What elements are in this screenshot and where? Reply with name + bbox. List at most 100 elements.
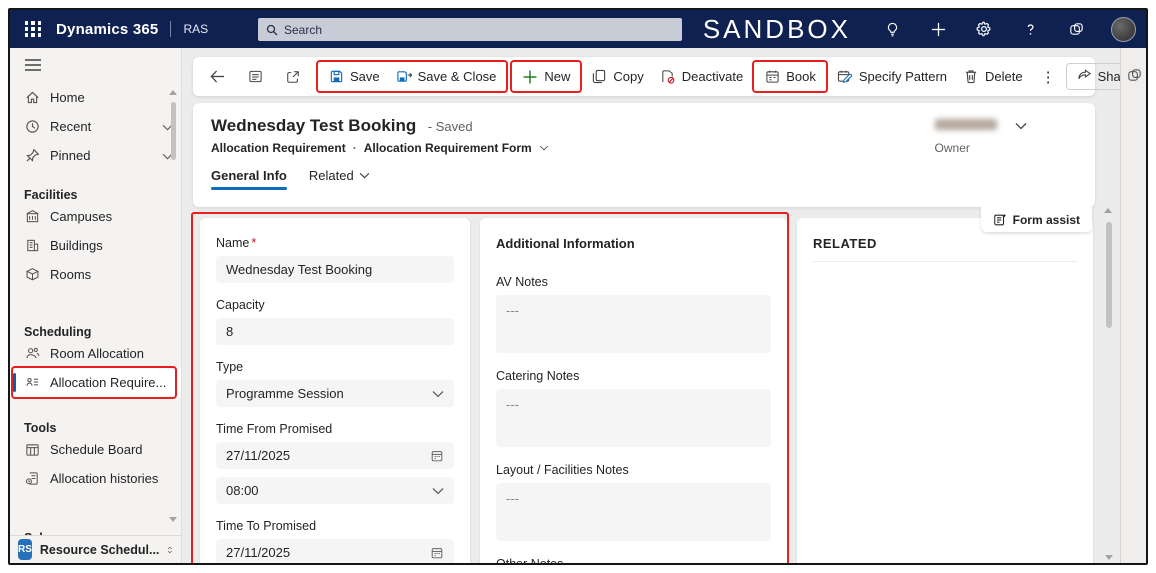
- save-button[interactable]: Save: [320, 63, 388, 91]
- hamburger-icon: [24, 58, 42, 72]
- calendar-icon[interactable]: [430, 546, 444, 560]
- form-assist-button[interactable]: Form assist: [981, 207, 1092, 232]
- help-button[interactable]: [1019, 18, 1041, 40]
- people-icon: [24, 346, 40, 362]
- clock-icon: [24, 119, 40, 135]
- search-input[interactable]: [284, 23, 674, 37]
- brand-title[interactable]: Dynamics 365: [56, 21, 158, 38]
- av-notes-textarea[interactable]: ---: [496, 295, 771, 353]
- field-label: Other Notes: [496, 557, 771, 565]
- expand-collapse-icon: [167, 543, 173, 557]
- save-and-close-button[interactable]: Save & Close: [388, 63, 505, 91]
- field-label: Type: [216, 360, 454, 374]
- time-to-date-input[interactable]: 27/11/2025: [216, 539, 454, 565]
- record-header-card: Wednesday Test Booking - Saved Allocatio…: [193, 103, 1095, 207]
- copy-button[interactable]: Copy: [583, 63, 651, 91]
- sitemap-collapse-button[interactable]: [24, 58, 44, 74]
- sidebar-item-rooms[interactable]: Rooms: [10, 260, 181, 289]
- form-selector[interactable]: Allocation Requirement Form: [364, 141, 532, 155]
- field-label: Name*: [216, 236, 454, 250]
- name-field: Name* Wednesday Test Booking: [216, 236, 454, 283]
- specify-pattern-button[interactable]: Specify Pattern: [829, 63, 955, 91]
- waffle-icon: [25, 21, 42, 37]
- content-scrollbar[interactable]: [1104, 208, 1114, 560]
- copilot-icon: [1068, 21, 1085, 38]
- pattern-calendar-icon: [837, 69, 853, 85]
- book-button[interactable]: Book: [756, 63, 824, 91]
- new-label: New: [544, 69, 570, 84]
- current-app-name[interactable]: RAS: [183, 22, 208, 36]
- required-marker: *: [251, 236, 256, 250]
- topbar-right-controls: SANDBOX: [703, 10, 1136, 48]
- lightbulb-button[interactable]: [881, 18, 903, 40]
- owner-field[interactable]: Owner: [935, 117, 1027, 155]
- scroll-up-icon: [1104, 208, 1112, 213]
- chevron-down-icon: [359, 172, 370, 179]
- delete-button[interactable]: Delete: [955, 63, 1031, 91]
- calendar-icon[interactable]: [430, 449, 444, 463]
- deactivate-button[interactable]: Deactivate: [652, 63, 751, 91]
- app-switcher-footer[interactable]: RS Resource Schedul...: [10, 535, 181, 563]
- main-content-area: Save Save & Close New Copy Deactiva: [182, 48, 1120, 563]
- sidebar-item-label: Allocation Require...: [50, 375, 173, 390]
- sidebar-item-label: Room Allocation: [50, 346, 173, 361]
- chevron-down-icon: [432, 487, 444, 495]
- sidebar-scrollbar[interactable]: [169, 90, 178, 530]
- sidebar-item-recent[interactable]: Recent: [10, 112, 181, 141]
- back-button[interactable]: [201, 63, 233, 91]
- sidebar-item-label: Buildings: [50, 238, 173, 253]
- time-from-date-input[interactable]: 27/11/2025: [216, 442, 454, 469]
- site-map-sidebar: Home Recent Pinned Facilities Campuses B…: [10, 48, 182, 563]
- type-select[interactable]: Programme Session: [216, 380, 454, 407]
- sidebar-item-allocation-histories[interactable]: Allocation histories: [10, 464, 181, 493]
- trash-icon: [963, 69, 979, 85]
- question-icon: [1023, 22, 1038, 37]
- layout-facilities-notes-textarea[interactable]: ---: [496, 483, 771, 541]
- record-title: Wednesday Test Booking: [211, 116, 416, 135]
- sidebar-item-campuses[interactable]: Campuses: [10, 202, 181, 231]
- campus-icon: [24, 209, 40, 225]
- name-input[interactable]: Wednesday Test Booking: [216, 256, 454, 283]
- copilot-icon: [1126, 67, 1143, 84]
- new-button[interactable]: New: [514, 63, 578, 91]
- copilot-rail-button[interactable]: [1124, 64, 1146, 86]
- sidebar-item-schedule-board[interactable]: Schedule Board: [10, 435, 181, 464]
- annotation-box-save-buttons: Save Save & Close: [316, 60, 508, 93]
- sidebar-group-facilities: Facilities: [10, 178, 181, 202]
- time-from-time-select[interactable]: 08:00: [216, 477, 454, 504]
- command-bar: Save Save & Close New Copy Deactiva: [193, 57, 1095, 96]
- sidebar-item-label: Pinned: [50, 148, 152, 163]
- tab-related[interactable]: Related: [309, 168, 370, 190]
- settings-button[interactable]: [973, 18, 995, 40]
- sidebar-item-allocation-requirement[interactable]: Allocation Require...: [10, 368, 181, 397]
- chevron-down-icon[interactable]: [1015, 117, 1027, 135]
- app-launcher-button[interactable]: [10, 10, 56, 48]
- user-avatar[interactable]: [1111, 17, 1136, 42]
- search-icon: [266, 24, 278, 36]
- scroll-down-icon: [169, 517, 177, 522]
- deactivate-icon: [660, 69, 676, 85]
- form-tabs: General Info Related: [211, 168, 1077, 190]
- show-form-button[interactable]: [239, 63, 271, 91]
- catering-notes-textarea[interactable]: ---: [496, 389, 771, 447]
- sidebar-item-buildings[interactable]: Buildings: [10, 231, 181, 260]
- home-icon: [24, 90, 40, 106]
- capacity-input[interactable]: 8: [216, 318, 454, 345]
- copilot-button[interactable]: [1065, 18, 1087, 40]
- share-icon: [1077, 68, 1092, 85]
- tab-general-info[interactable]: General Info: [211, 168, 287, 190]
- sidebar-item-room-allocation[interactable]: Room Allocation: [10, 339, 181, 368]
- quick-create-button[interactable]: [927, 18, 949, 40]
- book-label: Book: [786, 69, 816, 84]
- sidebar-group-tools: Tools: [10, 411, 181, 435]
- form-assist-icon: [993, 213, 1007, 227]
- back-arrow-icon: [209, 69, 225, 85]
- field-label: Time To Promised: [216, 519, 454, 533]
- sidebar-item-pinned[interactable]: Pinned: [10, 141, 181, 170]
- sidebar-item-home[interactable]: Home: [10, 83, 181, 112]
- chevron-down-icon[interactable]: [539, 145, 549, 151]
- tab-label: General Info: [211, 168, 287, 183]
- open-in-new-window-button[interactable]: [277, 63, 309, 91]
- more-commands-button[interactable]: ⋮: [1031, 68, 1066, 86]
- global-search-box[interactable]: [258, 18, 682, 41]
